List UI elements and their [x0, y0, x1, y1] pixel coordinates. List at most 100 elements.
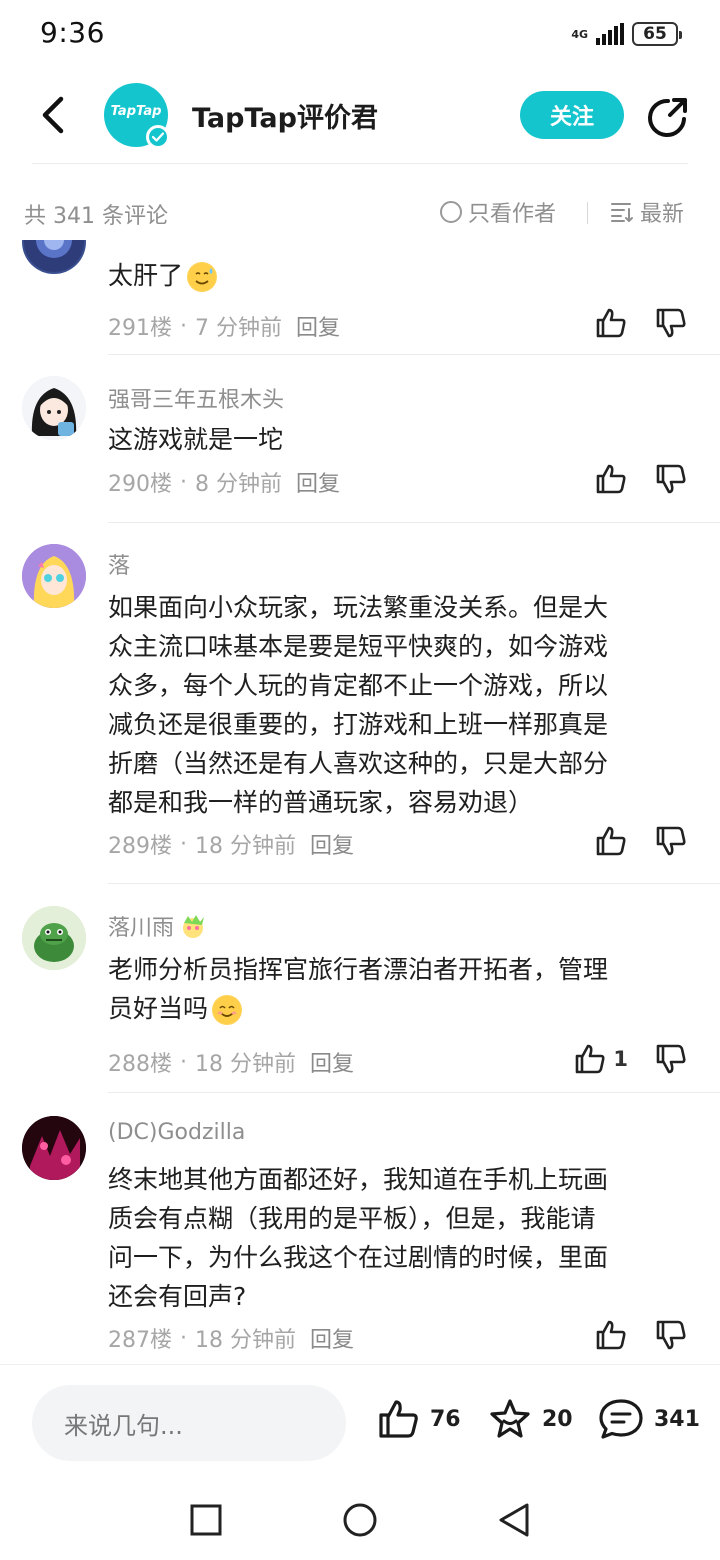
like-button[interactable]	[594, 824, 628, 858]
comment-list: 太肝了 291楼 · 7 分钟前 回复 强哥三年五根木头 这游戏就是一坨 290…	[0, 240, 720, 1364]
account-avatar[interactable]: TapTap	[104, 83, 170, 149]
back-nav-button[interactable]	[494, 1500, 534, 1540]
like-button[interactable]	[594, 1318, 628, 1352]
reply-button[interactable]: 回复	[310, 828, 354, 860]
dislike-button[interactable]	[654, 1318, 688, 1352]
comment-meta: 291楼 · 7 分钟前 回复	[108, 310, 340, 342]
recent-apps-button[interactable]	[186, 1500, 226, 1540]
comment-text-line: 员好当吗	[108, 994, 209, 1023]
sort-label: 最新	[640, 202, 685, 227]
comment-item: 强哥三年五根木头 这游戏就是一坨 290楼 · 8 分钟前 回复	[0, 376, 720, 522]
reply-button[interactable]: 回复	[310, 1046, 354, 1078]
post-like-button[interactable]: 76	[376, 1397, 461, 1441]
follow-button[interactable]: 关注	[520, 91, 624, 139]
dislike-button[interactable]	[654, 306, 688, 340]
comment-actions	[594, 1318, 688, 1352]
comment-input[interactable]: 来说几句...	[32, 1385, 346, 1461]
favorite-count: 20	[542, 1406, 573, 1432]
comments-count: 341	[654, 1406, 700, 1432]
filter-bar: 共 341 条评论 只看作者 最新	[0, 186, 720, 238]
avatar[interactable]	[22, 906, 86, 970]
comment-actions	[594, 306, 688, 340]
floor-number: 287楼	[108, 1328, 172, 1353]
like-button[interactable]	[594, 462, 628, 496]
user-name-text: 落川雨	[108, 916, 175, 941]
meta-dot: ·	[180, 469, 187, 495]
network-label: 4G	[571, 27, 588, 41]
like-button[interactable]: 1	[573, 1042, 628, 1076]
thumbs-up-icon	[379, 1400, 418, 1438]
comment-text-line: 减负还是很重要的，打游戏和上班一样那真是	[108, 710, 609, 739]
avatar[interactable]	[22, 376, 86, 440]
comment-text: 如果面向小众玩家，玩法繁重没关系。但是大 众主流口味基本是要是短平快爽的，如今游…	[108, 588, 688, 822]
avatar[interactable]	[22, 544, 86, 608]
reply-button[interactable]: 回复	[296, 310, 340, 342]
reply-button[interactable]: 回复	[296, 466, 340, 498]
dislike-button[interactable]	[654, 1042, 688, 1076]
comment-item: 落川雨 老师分析员指挥官旅行者漂泊者开拓者，管理 员好当吗 288楼 · 18 …	[0, 906, 720, 1102]
header: TapTap TapTap评价君 关注	[0, 68, 720, 164]
dislike-button[interactable]	[654, 462, 688, 496]
home-button[interactable]	[340, 1500, 380, 1540]
reply-button[interactable]: 回复	[310, 1322, 354, 1354]
triangle-back-icon	[499, 1503, 529, 1537]
comment-text-line: 都是和我一样的普通玩家，容易劝退）	[108, 788, 534, 817]
meta-dot: ·	[180, 1049, 187, 1075]
back-button[interactable]	[28, 88, 78, 142]
floor-number: 291楼	[108, 316, 172, 341]
floor-number: 289楼	[108, 834, 172, 859]
signal-icon	[596, 23, 624, 45]
thumbs-up-icon	[596, 464, 626, 494]
comment-meta: 287楼 · 18 分钟前 回复	[108, 1322, 354, 1354]
battery-icon: 65	[632, 22, 682, 46]
account-name[interactable]: TapTap评价君	[192, 96, 378, 135]
like-button[interactable]	[594, 306, 628, 340]
comment-text-line-wrap: 员好当吗	[108, 989, 688, 1028]
user-name[interactable]: 落川雨	[108, 910, 208, 942]
comment-divider	[108, 883, 720, 884]
thumbs-up-icon	[576, 1044, 605, 1074]
meta-dot: ·	[180, 313, 187, 339]
radio-icon	[440, 201, 462, 223]
only-author-toggle[interactable]: 只看作者	[440, 196, 556, 228]
comment-time: 18 分钟前	[195, 1328, 296, 1353]
comment-text-line: 众主流口味基本是要是短平快爽的，如今游戏	[108, 632, 609, 661]
user-name[interactable]: (DC)Godzilla	[108, 1120, 245, 1145]
comment-time: 18 分钟前	[195, 834, 296, 859]
comment-time: 7 分钟前	[195, 316, 282, 341]
sort-button[interactable]: 最新	[610, 196, 684, 228]
sweat-smile-emoji-icon	[187, 262, 218, 292]
comment-time: 8 分钟前	[195, 472, 282, 497]
thumbs-down-icon	[656, 308, 686, 338]
comment-bubble-icon	[599, 1399, 643, 1439]
bottom-action-bar: 来说几句... 76 20 341	[0, 1364, 720, 1480]
user-name[interactable]: 强哥三年五根木头	[108, 382, 284, 414]
comment-text-line: 折磨（当然还是有人喜欢这种的，只是大部分	[108, 749, 609, 778]
filter-divider	[587, 202, 588, 224]
comment-text-line: 老师分析员指挥官旅行者漂泊者开拓者，管理	[108, 955, 609, 984]
comment-item: 太肝了 291楼 · 7 分钟前 回复	[0, 240, 720, 354]
comment-actions	[594, 462, 688, 496]
favorite-button[interactable]: 20	[488, 1397, 573, 1441]
comments-button[interactable]: 341	[598, 1397, 700, 1441]
comment-text: 太肝了	[108, 256, 688, 295]
user-name[interactable]: 落	[108, 548, 130, 580]
avatar[interactable]	[22, 1116, 86, 1180]
comment-meta: 288楼 · 18 分钟前 回复	[108, 1046, 354, 1078]
taptap-logo: TapTap	[110, 104, 162, 119]
share-button[interactable]	[644, 94, 692, 140]
comment-text-line: 还会有回声?	[108, 1282, 247, 1311]
comment-input-placeholder: 来说几句...	[64, 1411, 183, 1440]
avatar[interactable]	[22, 240, 86, 274]
comment-count: 共 341 条评论	[24, 204, 168, 229]
comment-text-line: 如果面向小众玩家，玩法繁重没关系。但是大	[108, 593, 609, 622]
comment-text-line: 众多，每个人玩的肯定都不止一个游戏，所以	[108, 671, 609, 700]
dislike-button[interactable]	[654, 824, 688, 858]
floor-number: 288楼	[108, 1052, 172, 1077]
battery-level: 65	[643, 24, 667, 44]
comment-text: 终末地其他方面都还好，我知道在手机上玩画 质会有点糊（我用的是平板），但是，我能…	[108, 1160, 688, 1316]
status-bar: 9:36 4G 65	[0, 0, 720, 68]
share-icon	[648, 98, 687, 137]
comment-actions: 1	[573, 1042, 688, 1076]
circle-icon	[343, 1503, 377, 1537]
